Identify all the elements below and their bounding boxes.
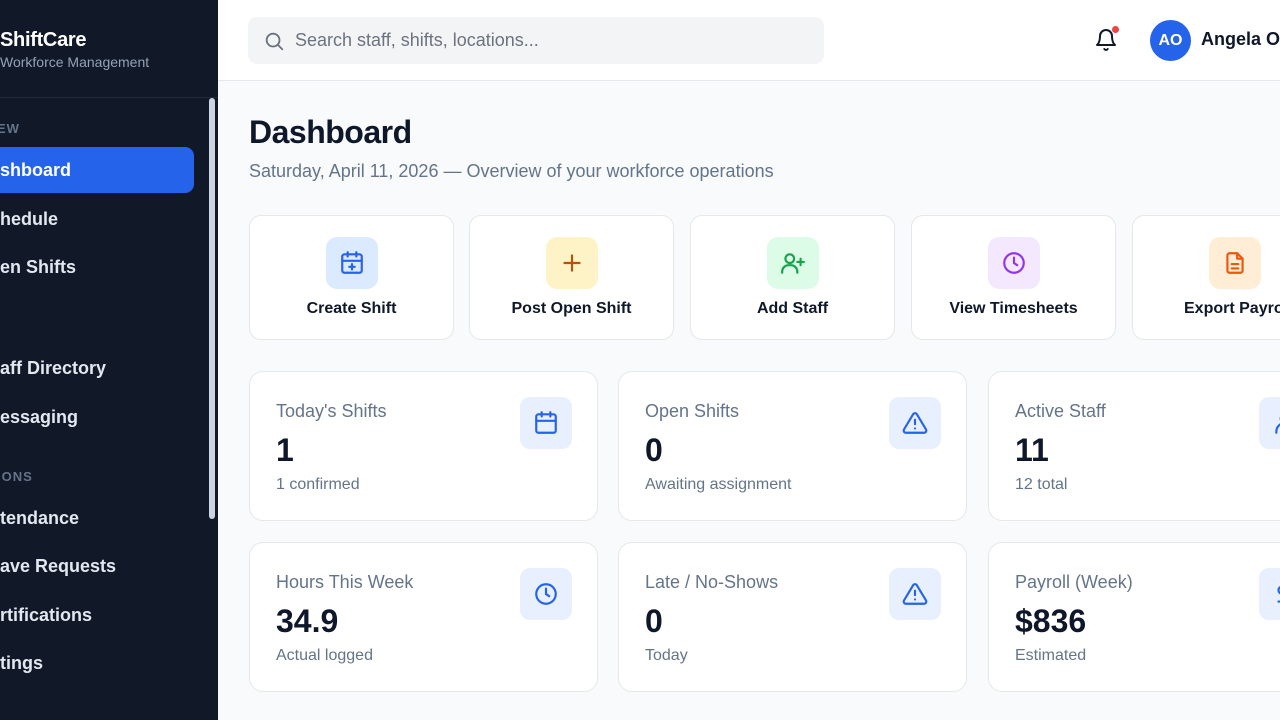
stat-label: Today's Shifts bbox=[276, 401, 387, 421]
brand[interactable]: ShiftCare Workforce Management bbox=[0, 28, 149, 71]
create-shift-label: Create Shift bbox=[306, 300, 397, 317]
stat-value: 0 bbox=[645, 603, 663, 639]
stat-card-active-staff[interactable]: Active Staff 11 12 total bbox=[988, 371, 1280, 521]
sidebar-item-schedule[interactable]: hedule bbox=[0, 196, 194, 242]
page-title: Dashboard bbox=[249, 114, 412, 150]
user-name[interactable]: Angela O bbox=[1201, 29, 1280, 50]
sidebar-item-leave-requests[interactable]: ave Requests bbox=[0, 543, 194, 589]
alert-triangle-icon bbox=[889, 397, 941, 449]
alert-triangle-icon bbox=[889, 568, 941, 620]
stat-card-todays-shifts[interactable]: Today's Shifts 1 1 confirmed bbox=[249, 371, 598, 521]
stat-label: Open Shifts bbox=[645, 401, 740, 421]
stat-sub: 12 total bbox=[1015, 476, 1068, 493]
add-staff-label: Add Staff bbox=[756, 300, 829, 317]
stat-label: Hours This Week bbox=[276, 572, 414, 592]
sidebar-section-overview: EW bbox=[0, 121, 20, 136]
add-staff-button[interactable]: Add Staff bbox=[690, 215, 895, 340]
user-plus-icon bbox=[767, 237, 819, 289]
sidebar-item-certifications[interactable]: rtifications bbox=[0, 592, 194, 638]
sidebar: ShiftCare Workforce Management EW shboar… bbox=[0, 0, 218, 720]
sidebar-item-staff-directory[interactable]: aff Directory bbox=[0, 345, 194, 391]
clock-icon bbox=[988, 237, 1040, 289]
sidebar-scrollbar[interactable] bbox=[209, 98, 215, 519]
notification-dot bbox=[1111, 25, 1120, 34]
stat-sub: Actual logged bbox=[276, 647, 373, 664]
stat-value: 11 bbox=[1015, 432, 1049, 468]
brand-name: ShiftCare bbox=[0, 29, 87, 51]
stat-sub: Today bbox=[645, 647, 688, 664]
sidebar-item-settings[interactable]: tings bbox=[0, 640, 194, 686]
search-input[interactable] bbox=[295, 30, 815, 51]
post-open-shift-button[interactable]: Post Open Shift bbox=[469, 215, 674, 340]
stat-sub: Estimated bbox=[1015, 647, 1087, 664]
clock-icon bbox=[520, 568, 572, 620]
avatar[interactable]: AO bbox=[1150, 20, 1191, 61]
calendar-plus-icon bbox=[326, 237, 378, 289]
stat-card-hours-this-week[interactable]: Hours This Week 34.9 Actual logged bbox=[249, 542, 598, 692]
stat-label: Late / No-Shows bbox=[645, 572, 779, 592]
create-shift-button[interactable]: Create Shift bbox=[249, 215, 454, 340]
brand-tagline: Workforce Management bbox=[0, 54, 150, 70]
stat-card-payroll-week[interactable]: Payroll (Week) $836 Estimated bbox=[988, 542, 1280, 692]
plus-icon bbox=[546, 237, 598, 289]
export-payroll-button[interactable]: Export Payroll bbox=[1132, 215, 1280, 340]
sidebar-item-attendance[interactable]: tendance bbox=[0, 495, 194, 541]
sidebar-item-messaging[interactable]: essaging bbox=[0, 394, 194, 440]
user-icon bbox=[1259, 397, 1280, 449]
stat-sub: Awaiting assignment bbox=[645, 476, 792, 493]
post-open-shift-label: Post Open Shift bbox=[511, 300, 632, 317]
dollar-icon bbox=[1259, 568, 1280, 620]
sidebar-item-open-shifts[interactable]: en Shifts bbox=[0, 244, 194, 290]
stat-label: Payroll (Week) bbox=[1015, 572, 1133, 592]
stat-label: Active Staff bbox=[1015, 401, 1106, 421]
calendar-icon bbox=[520, 397, 572, 449]
stat-card-open-shifts[interactable]: Open Shifts 0 Awaiting assignment bbox=[618, 371, 967, 521]
stat-value: 34.9 bbox=[276, 603, 339, 639]
export-payroll-label: Export Payroll bbox=[1184, 300, 1280, 317]
sidebar-divider bbox=[0, 97, 218, 98]
stat-card-late-no-shows[interactable]: Late / No-Shows 0 Today bbox=[618, 542, 967, 692]
view-timesheets-label: View Timesheets bbox=[949, 300, 1078, 317]
sidebar-item-dashboard[interactable]: shboard bbox=[0, 147, 194, 193]
view-timesheets-button[interactable]: View Timesheets bbox=[911, 215, 1116, 340]
file-text-icon bbox=[1209, 237, 1261, 289]
page-subtitle: Saturday, April 11, 2026 — Overview of y… bbox=[249, 161, 774, 181]
search-bar[interactable] bbox=[248, 17, 824, 64]
stat-value: 1 bbox=[276, 432, 294, 468]
stat-value: $836 bbox=[1015, 603, 1087, 639]
top-header: AO Angela O bbox=[218, 0, 1280, 81]
sidebar-section-operations: IONS bbox=[0, 469, 33, 484]
stat-value: 0 bbox=[645, 432, 663, 468]
search-icon bbox=[265, 32, 284, 50]
stat-sub: 1 confirmed bbox=[276, 476, 360, 493]
